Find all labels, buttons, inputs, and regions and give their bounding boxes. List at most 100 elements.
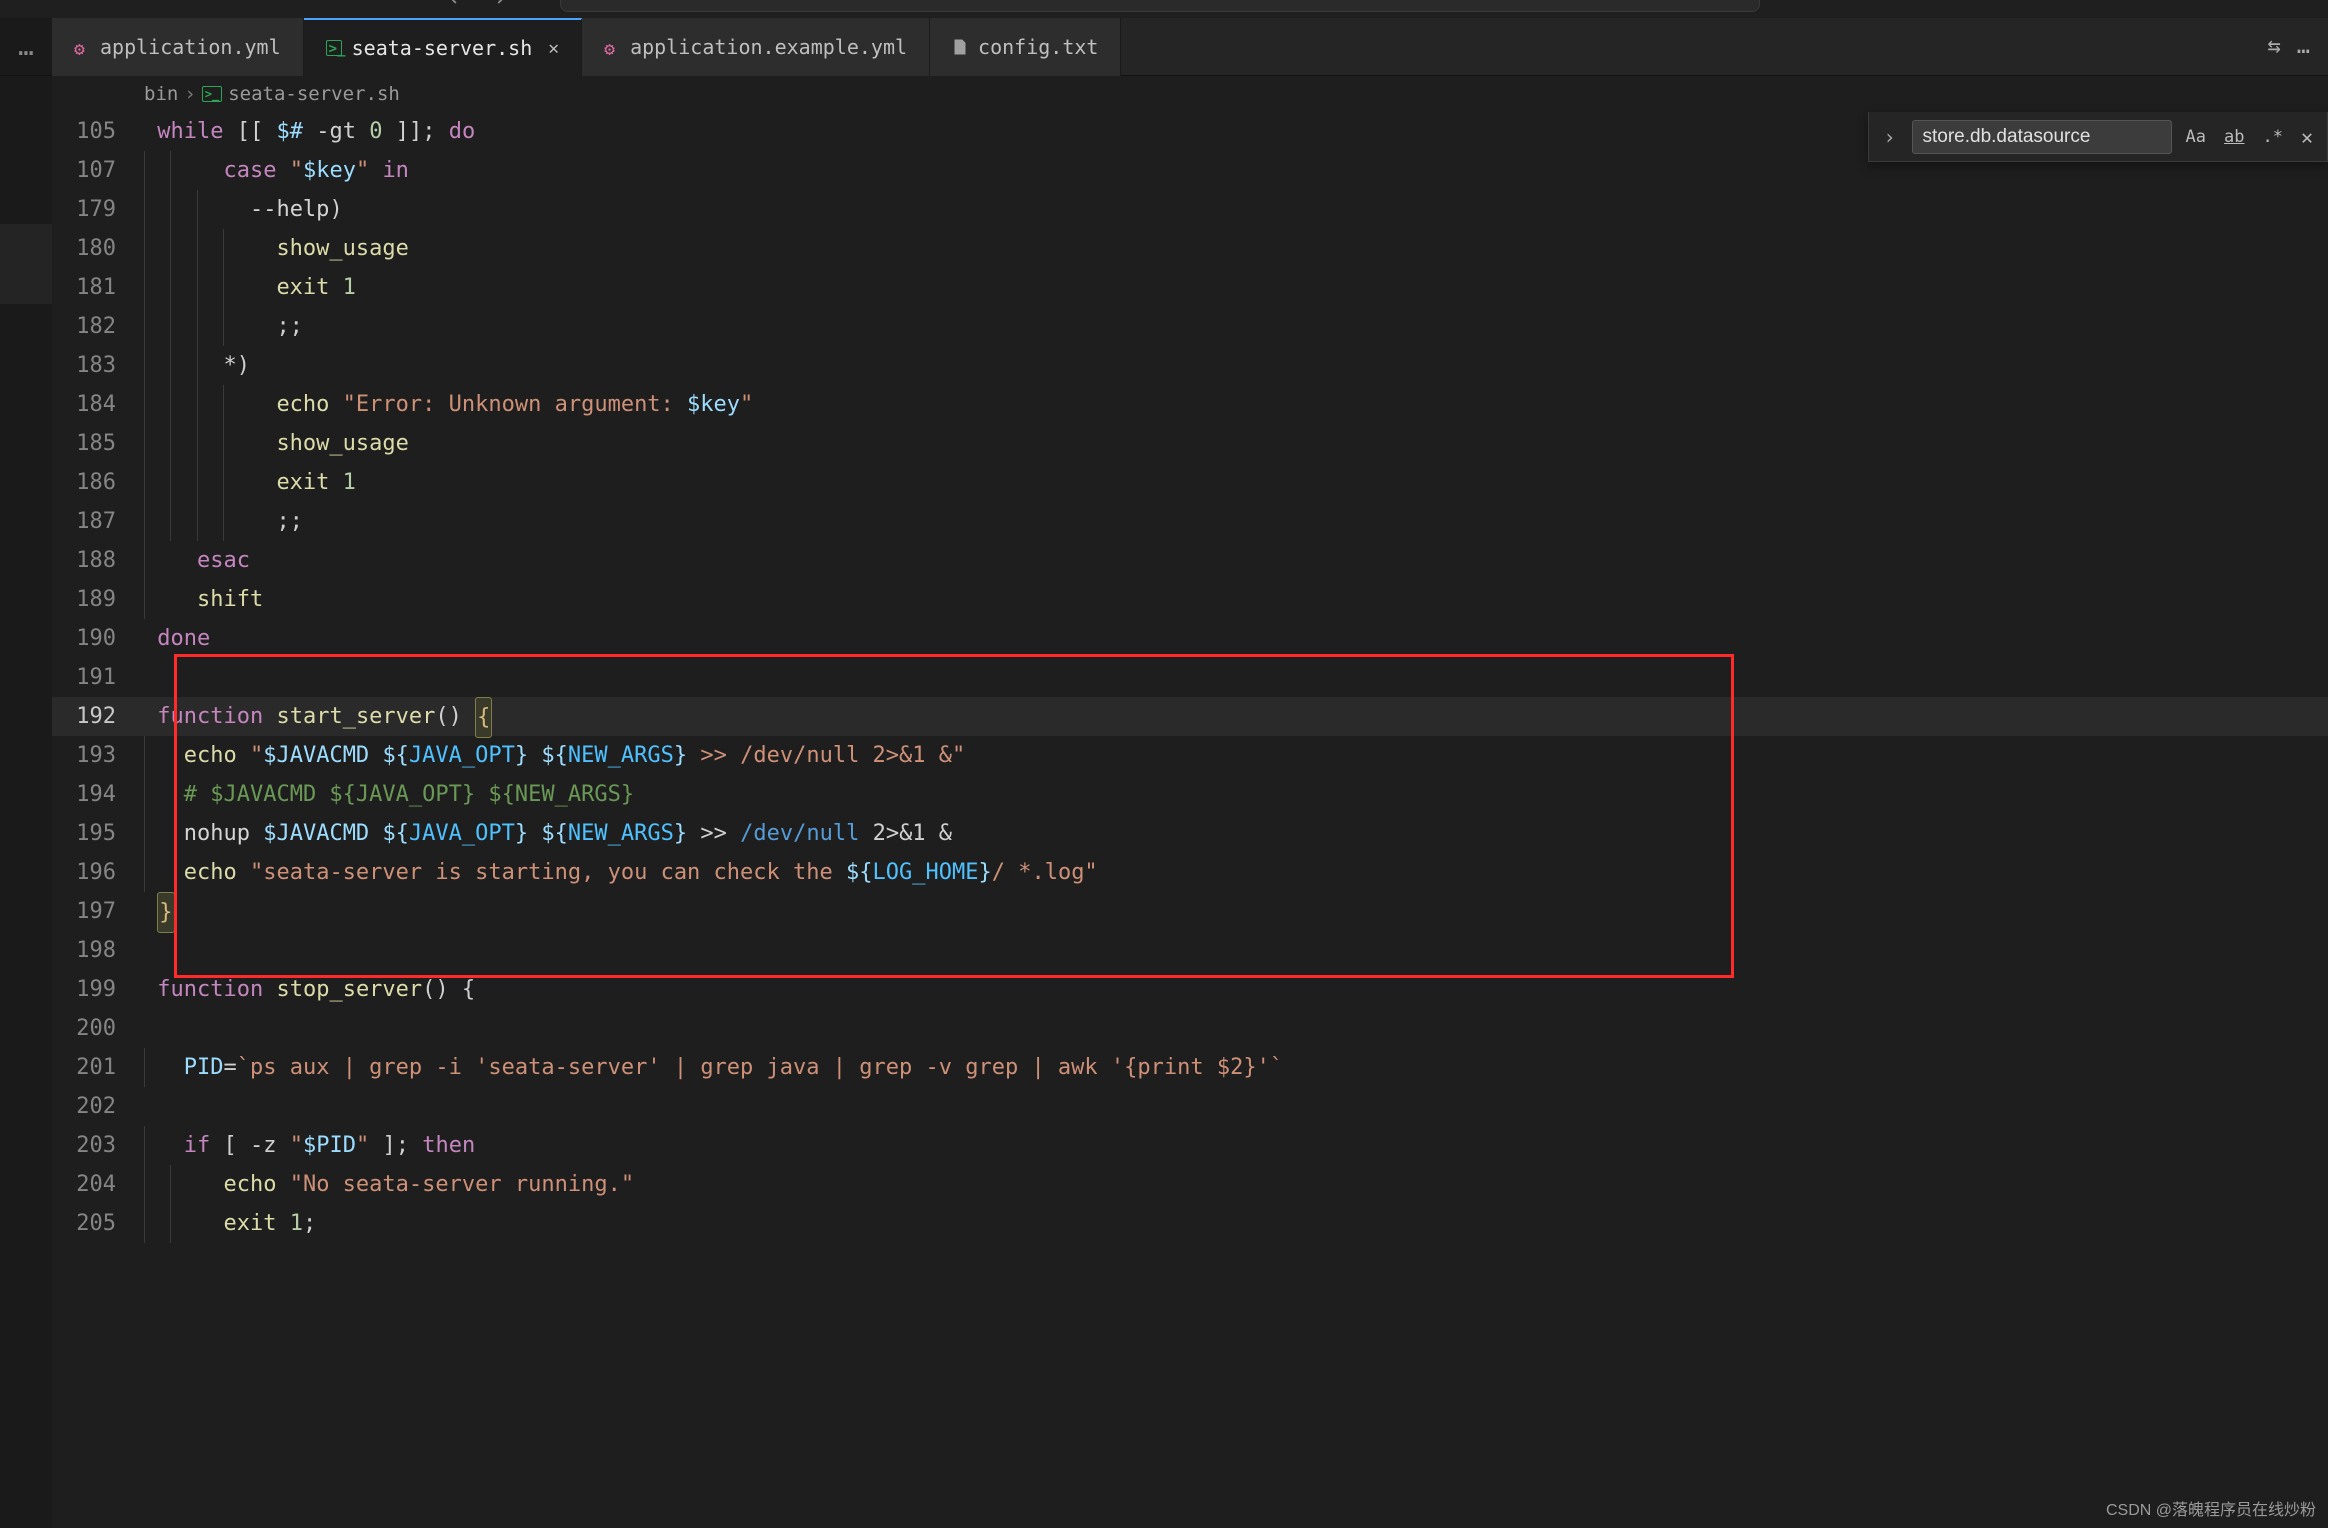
- command-search[interactable]: ⌕ seata: [560, 0, 1760, 12]
- tab-application-example-yml[interactable]: ⚙application.example.yml: [582, 18, 930, 76]
- find-regex[interactable]: .*: [2258, 125, 2286, 149]
- breadcrumb[interactable]: bin › >_ seata-server.sh: [52, 76, 2328, 112]
- indent-guide: [144, 385, 170, 424]
- code-line[interactable]: 184 echo "Error: Unknown argument: $key": [52, 385, 2328, 424]
- code-line[interactable]: 183 *): [52, 346, 2328, 385]
- code-line[interactable]: 195 nohup $JAVACMD ${JAVA_OPT} ${NEW_ARG…: [52, 814, 2328, 853]
- shell-file-icon: >_: [202, 86, 222, 102]
- code-line[interactable]: 196 echo "seata-server is starting, you …: [52, 853, 2328, 892]
- indent-guide: [223, 502, 249, 541]
- tab-label: application.yml: [100, 35, 281, 59]
- indent-guide: [144, 424, 170, 463]
- code-content: esac: [144, 541, 250, 580]
- code-line[interactable]: 192 function start_server() {: [52, 697, 2328, 736]
- code-line[interactable]: 186 exit 1: [52, 463, 2328, 502]
- indent-guide: [144, 463, 170, 502]
- find-close-icon[interactable]: ✕: [2297, 125, 2313, 149]
- line-number: 107: [52, 151, 144, 190]
- chevron-right-icon: ›: [184, 83, 195, 105]
- code-line[interactable]: 200: [52, 1009, 2328, 1048]
- code-line[interactable]: 185 show_usage: [52, 424, 2328, 463]
- code-content: exit 1;: [144, 1204, 316, 1243]
- indent-guide: [223, 424, 249, 463]
- indent-guide: [197, 385, 223, 424]
- line-number: 201: [52, 1048, 144, 1087]
- indent-guide: [170, 1165, 196, 1204]
- code-line[interactable]: 190 done: [52, 619, 2328, 658]
- indent-guide: [144, 853, 170, 892]
- tab-application-yml[interactable]: ⚙application.yml: [52, 18, 304, 76]
- find-match-case[interactable]: Aa: [2182, 125, 2210, 149]
- line-number: 200: [52, 1009, 144, 1048]
- code-line[interactable]: 197 }: [52, 892, 2328, 931]
- indent-guide: [223, 268, 249, 307]
- line-number: 191: [52, 658, 144, 697]
- code-line[interactable]: 187 ;;: [52, 502, 2328, 541]
- tab-seata-server-sh[interactable]: >_seata-server.sh✕: [304, 18, 582, 76]
- tab-close-icon[interactable]: ✕: [548, 38, 559, 59]
- find-widget[interactable]: › Aa ab .* ✕: [1868, 112, 2328, 162]
- indent-guide: [144, 502, 170, 541]
- code-line[interactable]: 180 show_usage: [52, 229, 2328, 268]
- code-line[interactable]: 191: [52, 658, 2328, 697]
- line-number: 190: [52, 619, 144, 658]
- line-number: 194: [52, 775, 144, 814]
- indent-guide: [170, 385, 196, 424]
- line-number: 202: [52, 1087, 144, 1126]
- line-number: 179: [52, 190, 144, 229]
- line-number: 199: [52, 970, 144, 1009]
- breadcrumb-seg-1[interactable]: seata-server.sh: [228, 83, 400, 105]
- tab-config-txt[interactable]: config.txt: [930, 18, 1121, 76]
- code-line[interactable]: 205 exit 1;: [52, 1204, 2328, 1243]
- nav-forward-icon[interactable]: →: [486, 0, 504, 15]
- find-toggle-replace-icon[interactable]: ›: [1883, 125, 1901, 149]
- line-number: 182: [52, 307, 144, 346]
- indent-guide: [144, 580, 170, 619]
- code-line[interactable]: 181 exit 1: [52, 268, 2328, 307]
- indent-guide: [144, 151, 170, 190]
- activity-bar[interactable]: [0, 76, 52, 1528]
- code-content: exit 1: [144, 268, 356, 307]
- code-editor[interactable]: 105 while [[ $# -gt 0 ]]; do107 case "$k…: [52, 112, 2328, 1528]
- search-icon: ⌕: [575, 0, 587, 4]
- indent-guide: [170, 229, 196, 268]
- code-line[interactable]: 189 shift: [52, 580, 2328, 619]
- code-content: }: [144, 892, 175, 933]
- code-line[interactable]: 198: [52, 931, 2328, 970]
- code-line[interactable]: 203 if [ -z "$PID" ]; then: [52, 1126, 2328, 1165]
- indent-guide: [170, 151, 196, 190]
- indent-guide: [144, 541, 170, 580]
- indent-guide: [144, 1204, 170, 1243]
- line-number: 205: [52, 1204, 144, 1243]
- indent-guide: [197, 268, 223, 307]
- code-content: echo "seata-server is starting, you can …: [144, 853, 1098, 892]
- code-line[interactable]: 193 echo "$JAVACMD ${JAVA_OPT} ${NEW_ARG…: [52, 736, 2328, 775]
- code-line[interactable]: 202: [52, 1087, 2328, 1126]
- code-line[interactable]: 182 ;;: [52, 307, 2328, 346]
- indent-guide: [144, 1126, 170, 1165]
- indent-guide: [170, 463, 196, 502]
- code-line[interactable]: 194 # $JAVACMD ${JAVA_OPT} ${NEW_ARGS}: [52, 775, 2328, 814]
- indent-guide: [170, 1204, 196, 1243]
- code-content: exit 1: [144, 463, 356, 502]
- code-content: echo "$JAVACMD ${JAVA_OPT} ${NEW_ARGS} >…: [144, 736, 965, 775]
- indent-guide: [144, 814, 170, 853]
- line-number: 203: [52, 1126, 144, 1165]
- image-watermark: CSDN @落魄程序员在线炒粉: [2106, 1496, 2316, 1520]
- code-line[interactable]: 188 esac: [52, 541, 2328, 580]
- line-number: 184: [52, 385, 144, 424]
- line-number: 186: [52, 463, 144, 502]
- code-line[interactable]: 201 PID=`ps aux | grep -i 'seata-server'…: [52, 1048, 2328, 1087]
- code-line[interactable]: 204 echo "No seata-server running.": [52, 1165, 2328, 1204]
- nav-back-icon[interactable]: ←: [450, 0, 468, 15]
- code-line[interactable]: 179 --help): [52, 190, 2328, 229]
- indent-guide: [144, 736, 170, 775]
- find-input[interactable]: [1912, 120, 2172, 154]
- find-whole-word[interactable]: ab: [2220, 125, 2248, 149]
- text-file-icon: [952, 39, 968, 55]
- editor-action-compare-icon[interactable]: ⇆: [2268, 34, 2281, 59]
- editor-action-more-icon[interactable]: …: [2297, 34, 2310, 59]
- breadcrumb-seg-0[interactable]: bin: [144, 83, 178, 105]
- indent-guide: [170, 190, 196, 229]
- code-line[interactable]: 199 function stop_server() {: [52, 970, 2328, 1009]
